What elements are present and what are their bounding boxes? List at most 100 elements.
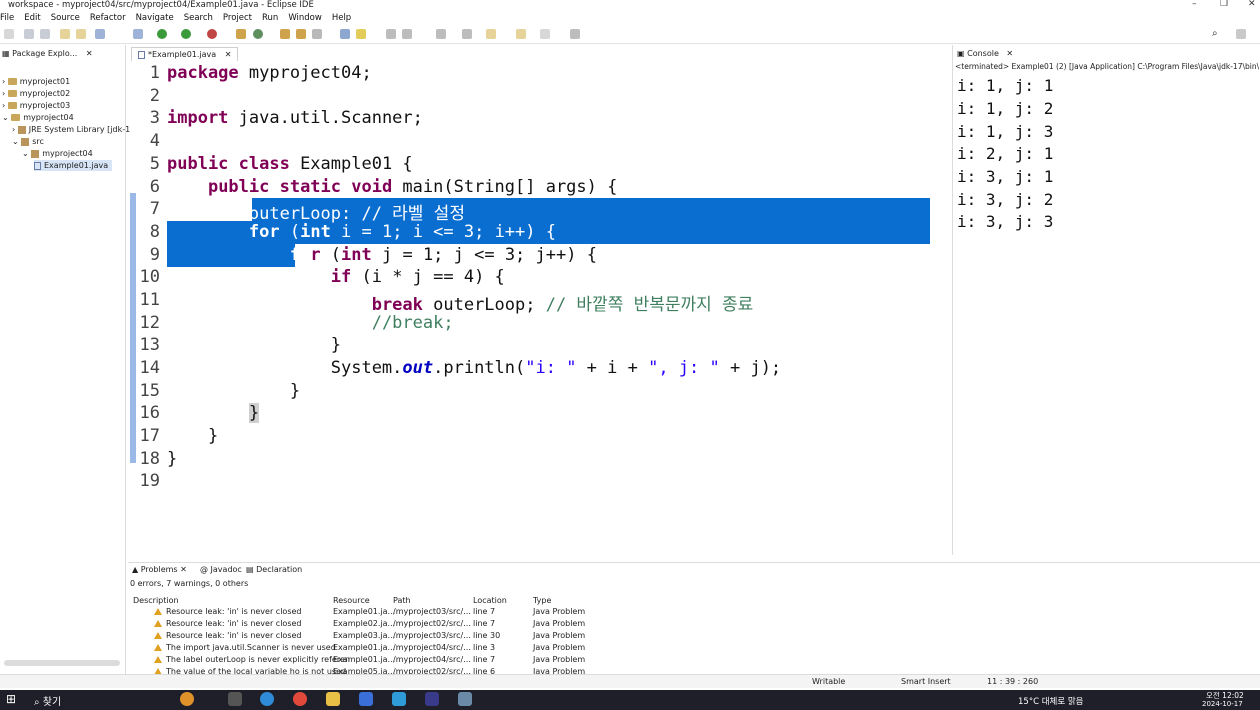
editor-tab-example01[interactable]: *Example01.java ✕ [131, 47, 239, 61]
redo-icon[interactable] [76, 29, 86, 39]
mail-icon[interactable] [392, 692, 406, 706]
warning-icon [154, 644, 162, 651]
tab-javadoc[interactable]: @ Javadoc [200, 565, 242, 574]
new-java-project-icon[interactable] [236, 29, 246, 39]
tree-item-package[interactable]: ⌄ myproject04 [22, 148, 93, 159]
line-number: 17 [139, 426, 160, 446]
code-editor: *Example01.java ✕ 1 2 3 4 5 6 7 8 9 10 1… [128, 45, 943, 555]
highlight-icon[interactable] [356, 29, 366, 39]
menu-file[interactable]: File [0, 12, 14, 25]
app-icon[interactable] [458, 692, 472, 706]
save-icon[interactable] [24, 29, 34, 39]
horizontal-scrollbar[interactable] [4, 660, 120, 666]
tree-item-myproject01[interactable]: › myproject01 [2, 76, 70, 87]
undo-icon[interactable] [60, 29, 70, 39]
menu-run[interactable]: Run [262, 12, 278, 25]
code-line: outerLoop: // 라벨 설정 [167, 204, 465, 224]
debug-icon[interactable] [133, 29, 143, 39]
column-header[interactable]: Location [473, 596, 507, 605]
minimize-icon[interactable]: – [1192, 0, 1197, 9]
column-header[interactable]: Type [533, 596, 551, 605]
warning-icon [154, 608, 162, 615]
prev-annotation-icon[interactable] [462, 29, 472, 39]
file-explorer-icon[interactable] [326, 692, 340, 706]
code-line: for (int i = 1; i <= 3; i++) { [248, 222, 556, 242]
table-row[interactable]: The label outerLoop is never explicitly … [154, 655, 350, 664]
library-icon [17, 125, 26, 134]
terminal-icon[interactable] [95, 29, 105, 39]
console-view: ▣ Console ✕ <terminated> Example01 (2) [… [952, 45, 1260, 555]
tab-problems[interactable]: ▲ Problems ✕ [132, 565, 187, 574]
new-icon[interactable] [4, 29, 14, 39]
project-icon [11, 114, 21, 121]
open-task-icon[interactable] [296, 29, 306, 39]
whitespace-icon[interactable] [402, 29, 412, 39]
column-header[interactable]: Path [393, 596, 411, 605]
maximize-icon[interactable]: ❐ [1220, 0, 1228, 9]
menu-search[interactable]: Search [184, 12, 213, 25]
clock-date[interactable]: 2024-10-17 [1202, 700, 1243, 708]
tree-item-myproject04[interactable]: ⌄ myproject04 [2, 112, 74, 123]
new-class-icon[interactable] [253, 29, 263, 39]
perspective-icon[interactable] [1236, 29, 1246, 39]
store-icon[interactable] [359, 692, 373, 706]
window-title: workspace - myproject04/src/myproject04/… [8, 0, 314, 10]
menu-navigate[interactable]: Navigate [136, 12, 174, 25]
line-number: 19 [139, 471, 160, 491]
back-icon[interactable] [516, 29, 526, 39]
menu-refactor[interactable]: Refactor [90, 12, 126, 25]
console-tab[interactable]: ▣ Console ✕ [957, 47, 1013, 61]
table-row[interactable]: The import java.util.Scanner is never us… [154, 643, 336, 652]
task-view-icon[interactable] [228, 692, 242, 706]
column-header[interactable]: Description [133, 596, 179, 605]
weather-widget[interactable]: 15°C 대체로 맑음 [1018, 695, 1084, 707]
widget-icon[interactable] [180, 692, 194, 706]
coverage-icon[interactable] [181, 29, 191, 39]
close-icon[interactable]: ✕ [1006, 49, 1013, 58]
menu-source[interactable]: Source [51, 12, 80, 25]
windows-start-icon[interactable]: ⊞ [6, 692, 16, 706]
status-writable: Writable [812, 677, 846, 686]
menu-help[interactable]: Help [332, 12, 351, 25]
close-icon[interactable]: ✕ [225, 50, 232, 59]
line-number: 1 [149, 63, 160, 83]
table-row[interactable]: Resource leak: 'in' is never closed [154, 607, 301, 616]
taskbar-search[interactable]: ⌕ 찾기 [34, 693, 61, 708]
column-header[interactable]: Resource [333, 596, 370, 605]
code-line: } [248, 403, 260, 423]
pin-editor-icon[interactable] [570, 29, 580, 39]
chrome-icon[interactable] [293, 692, 307, 706]
tree-item-src[interactable]: ⌄ src [12, 136, 44, 147]
tree-item-myproject03[interactable]: › myproject03 [2, 100, 70, 111]
tree-item-myproject02[interactable]: › myproject02 [2, 88, 70, 99]
save-all-icon[interactable] [40, 29, 50, 39]
last-edit-icon[interactable] [486, 29, 496, 39]
toggle-mark-icon[interactable] [340, 29, 350, 39]
menu-project[interactable]: Project [223, 12, 252, 25]
package-explorer-tab[interactable]: ▦ Package Explo... ✕ [2, 47, 93, 61]
run-icon[interactable] [157, 29, 167, 39]
tree-item-jre[interactable]: › JRE System Library [jdk-1 [12, 124, 130, 135]
forward-icon[interactable] [540, 29, 550, 39]
code-area[interactable]: 1 2 3 4 5 6 7 8 9 10 11 12 13 14 15 16 1… [128, 63, 943, 553]
menu-edit[interactable]: Edit [24, 12, 40, 25]
tree-item-example01[interactable]: Example01.java [34, 160, 113, 171]
table-row[interactable]: Resource leak: 'in' is never closed [154, 631, 301, 640]
problems-summary: 0 errors, 7 warnings, 0 others [130, 579, 249, 588]
table-row[interactable]: Resource leak: 'in' is never closed [154, 619, 301, 628]
tab-declaration[interactable]: ▤ Declaration [246, 565, 302, 574]
open-type-icon[interactable] [280, 29, 290, 39]
search-tool-icon[interactable] [312, 29, 322, 39]
package-icon [31, 149, 40, 158]
edge-icon[interactable] [260, 692, 274, 706]
search-icon[interactable]: ⌕ [1212, 28, 1218, 39]
close-icon[interactable]: ✕ [1248, 0, 1256, 9]
external-tools-icon[interactable] [207, 29, 217, 39]
eclipse-icon[interactable] [425, 692, 439, 706]
menu-window[interactable]: Window [288, 12, 322, 25]
close-icon[interactable]: ✕ [180, 565, 187, 574]
chevron-right-icon: › [2, 101, 8, 110]
next-annotation-icon[interactable] [436, 29, 446, 39]
close-icon[interactable]: ✕ [86, 49, 93, 58]
block-selection-icon[interactable] [386, 29, 396, 39]
